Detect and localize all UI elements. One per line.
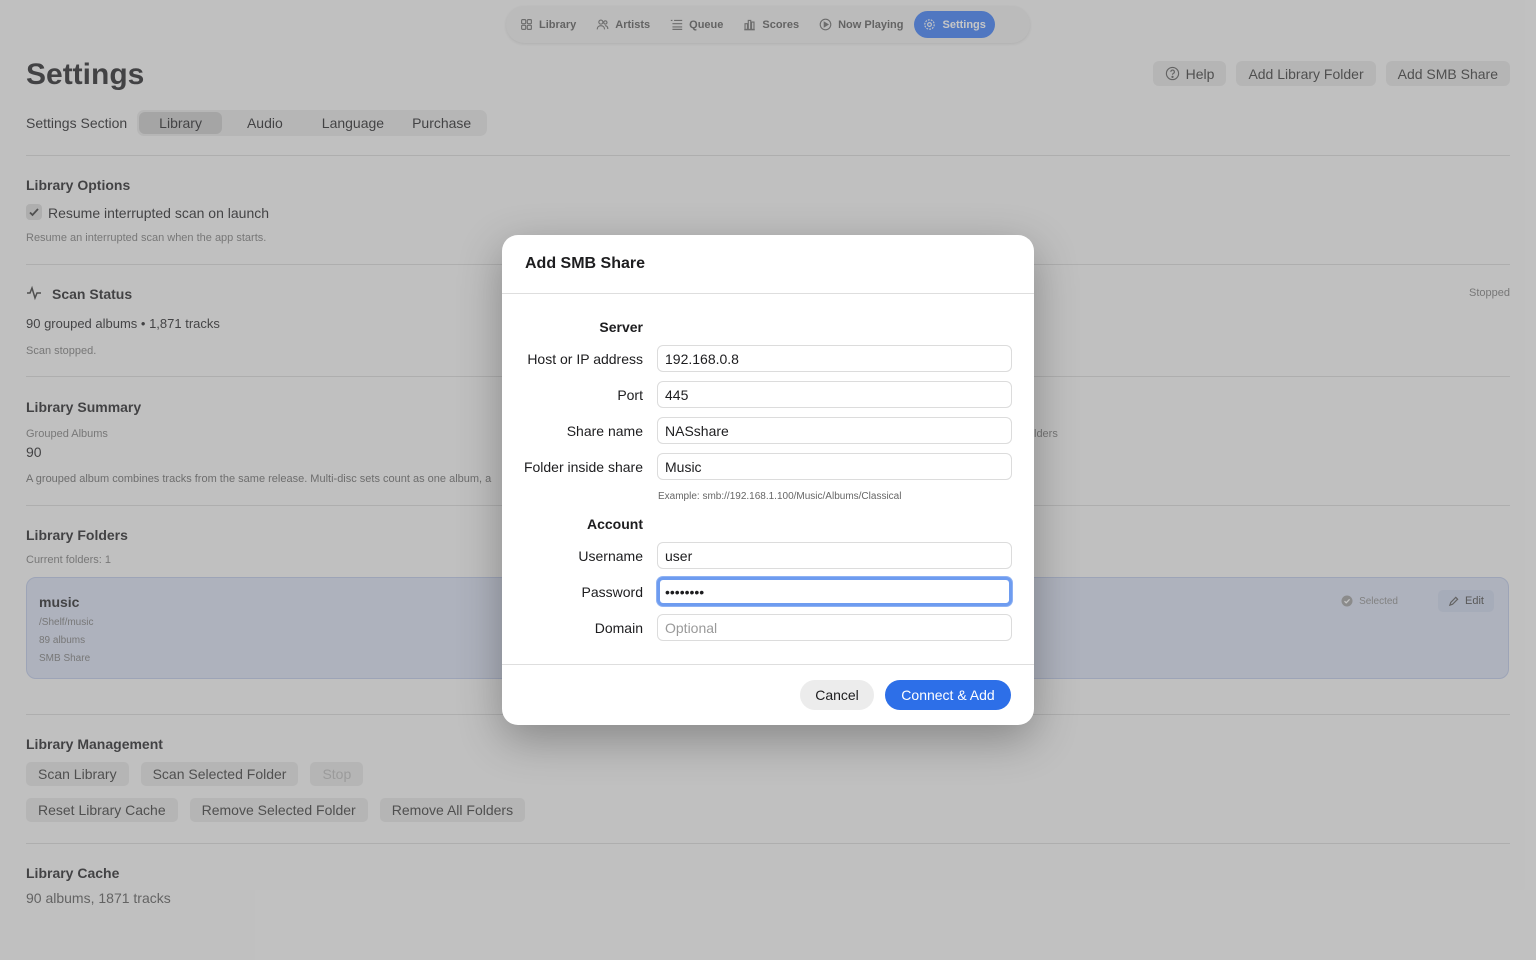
username-label: Username xyxy=(578,548,643,564)
account-heading: Account xyxy=(587,516,643,532)
port-input[interactable] xyxy=(657,381,1012,408)
folder-inside-share-input[interactable] xyxy=(657,453,1012,480)
dialog-title: Add SMB Share xyxy=(525,255,646,272)
smb-path-example: Example: smb://192.168.1.100/Music/Album… xyxy=(658,491,902,502)
connect-and-add-button[interactable]: Connect & Add xyxy=(885,680,1011,710)
folder-inside-share-label: Folder inside share xyxy=(523,459,643,475)
cancel-button[interactable]: Cancel xyxy=(800,680,874,710)
add-smb-share-dialog: Add SMB Share Server Host or IP address … xyxy=(502,235,1034,725)
dialog-divider xyxy=(502,664,1034,665)
share-name-label: Share name xyxy=(566,423,643,439)
host-input[interactable] xyxy=(657,345,1012,372)
dialog-divider xyxy=(502,293,1034,294)
host-label: Host or IP address xyxy=(527,351,643,367)
password-label: Password xyxy=(581,584,643,600)
username-input[interactable] xyxy=(657,542,1012,569)
share-name-input[interactable] xyxy=(657,417,1012,444)
port-label: Port xyxy=(617,387,643,403)
password-input[interactable] xyxy=(657,577,1012,606)
server-heading: Server xyxy=(599,319,643,335)
domain-input[interactable] xyxy=(657,614,1012,641)
domain-label: Domain xyxy=(594,620,643,636)
